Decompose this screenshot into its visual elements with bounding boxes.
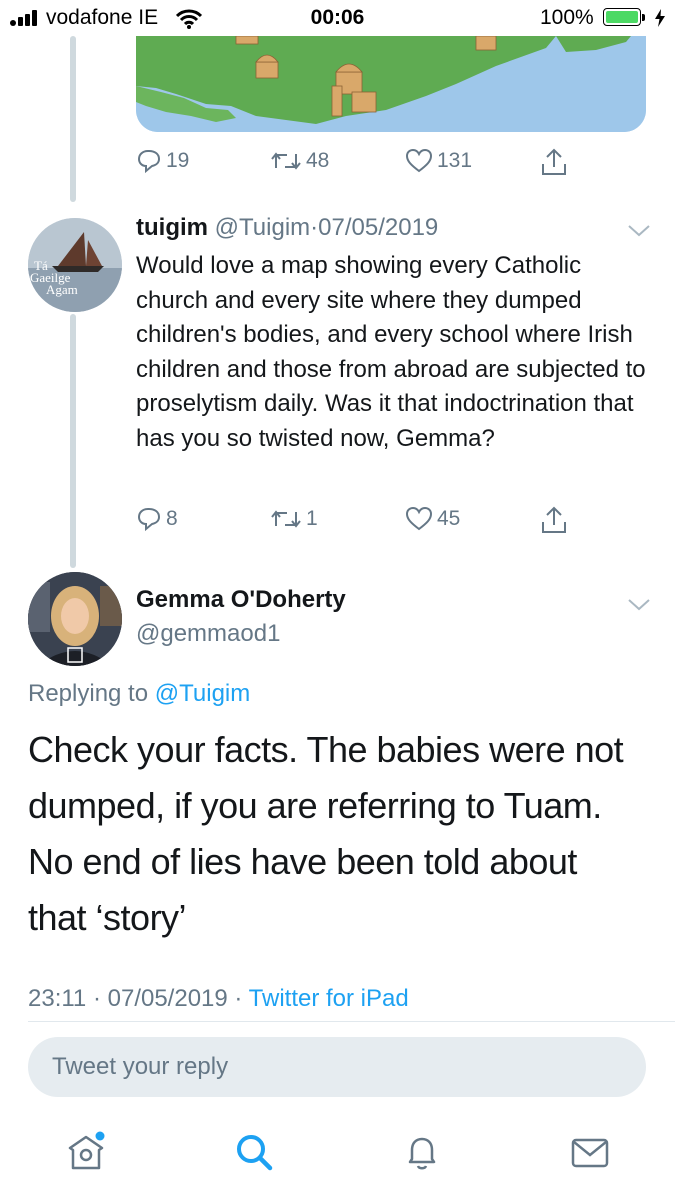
tab-bar [0,1112,675,1200]
chevron-down-icon[interactable] [627,596,651,612]
reply-action[interactable]: 8 [136,506,178,532]
tweet-text-line: that ‘story’ [28,897,187,938]
separator: · [234,985,243,1012]
separator: · [92,985,101,1012]
reply-action[interactable]: 19 [136,148,189,174]
replying-to-prefix: Replying to [28,680,149,707]
messages-icon [571,1138,609,1168]
tab-notifications[interactable] [400,1130,444,1174]
tab-home[interactable] [64,1130,108,1174]
chevron-down-icon[interactable] [627,222,651,238]
reply-icon [137,150,161,174]
heart-icon [405,506,433,531]
retweet-count: 48 [306,149,330,172]
tweet-map-image[interactable] [136,36,646,132]
status-bar: vodafone IE 00:06 100% [0,0,675,36]
avatar-portrait-image [28,572,122,666]
battery-icon [603,8,645,28]
retweet-icon [271,510,301,528]
tab-search[interactable] [232,1130,276,1174]
retweet-icon [271,152,301,170]
tweet-header: tuigim @Tuigim·07/05/2019 [136,214,438,242]
notification-dot [95,1131,105,1141]
reply-count: 19 [166,149,190,172]
tweet-source[interactable]: Twitter for iPad [249,985,409,1012]
share-icon [542,506,566,533]
reply-icon [137,508,161,532]
like-count: 45 [437,507,461,530]
charging-icon [655,9,665,27]
avatar-text-line: Agam [46,282,78,297]
replying-to-link[interactable]: @Tuigim [155,680,250,707]
like-action[interactable]: 45 [405,506,460,532]
home-icon [68,1131,105,1170]
share-action[interactable] [540,147,568,177]
notifications-icon [408,1137,436,1170]
retweet-count: 1 [306,507,318,530]
share-action[interactable] [540,505,568,535]
reply-count: 8 [166,507,178,530]
tweet-text: Would love a map showing every Catholic … [136,252,646,452]
map-of-ireland-churches [136,36,646,132]
thread-line [70,314,76,568]
like-count: 131 [437,149,473,172]
thread-line [70,36,76,202]
divider [28,1021,675,1022]
tweet-text-line: dumped, if you are referring to Tuam. [28,785,602,826]
tab-messages[interactable] [568,1130,612,1174]
display-name[interactable]: tuigim [136,214,208,241]
tweet-date[interactable]: 07/05/2019 [318,214,438,241]
user-handle[interactable]: @Tuigim [215,214,310,241]
tweet-metadata: 23:11 · 07/05/2019 · Twitter for iPad [28,985,409,1013]
tweet-time: 23:11 [28,985,87,1012]
retweet-action[interactable]: 48 [270,148,329,174]
separator: · [310,214,319,241]
tweet-text-line: Check your facts. The babies were not [28,729,624,770]
tweet-text-line: No end of lies have been told about [28,841,577,882]
retweet-action[interactable]: 1 [270,506,318,532]
display-name[interactable]: Gemma O'Doherty [136,586,346,614]
battery-percentage: 100% [540,6,594,29]
replying-to: Replying to @Tuigim [28,680,250,708]
avatar[interactable] [28,572,122,666]
user-handle[interactable]: @gemmaod1 [136,620,280,648]
main-tweet-text: Check your facts. The babies were not du… [28,722,658,946]
share-icon [542,148,566,175]
like-action[interactable]: 131 [405,148,472,174]
avatar[interactable]: Tá Gaeilge Agam [28,218,122,312]
reply-placeholder: Tweet your reply [52,1053,229,1080]
search-icon [237,1135,273,1171]
tweet-date: 07/05/2019 [107,985,228,1012]
heart-icon [405,148,433,173]
